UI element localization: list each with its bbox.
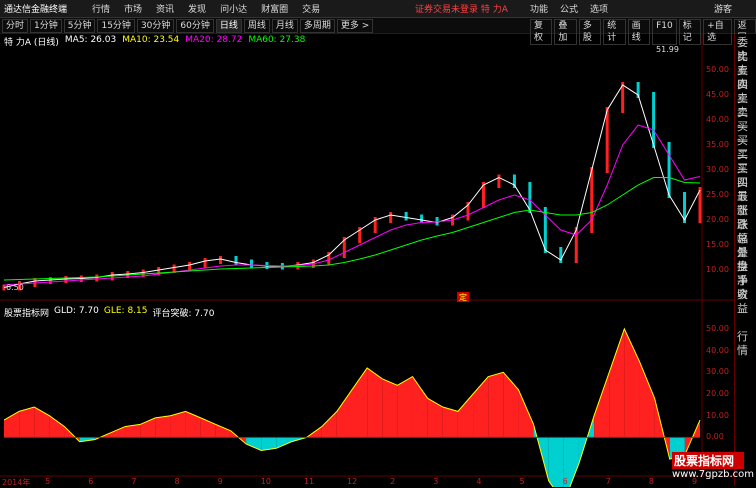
indicator-title: 股票指标网 <box>4 309 50 319</box>
price-tick: 30.00 <box>706 165 729 174</box>
indicator-area <box>427 398 443 438</box>
indicator-area <box>412 376 428 438</box>
indicator-tick: 40.00 <box>706 345 729 355</box>
breakout-value: 评台突破: 7.70 <box>152 309 215 319</box>
indicator-legend: 股票指标网 GLD: 7.70 GLE: 8.15 评台突破: 7.70 <box>4 306 214 319</box>
indicator-area <box>246 437 262 451</box>
watermark-url: www.7gpzb.com <box>672 469 754 480</box>
date-tick: 5 <box>519 477 525 486</box>
indicator-area <box>488 372 504 438</box>
date-tick: 2 <box>390 477 396 486</box>
indicator-area <box>367 367 383 438</box>
indicator-area <box>382 378 398 438</box>
side-item-18[interactable]: 收益 <box>737 288 756 316</box>
indicator-area <box>609 328 625 438</box>
ma5-line <box>3 84 701 288</box>
indicator-area <box>215 424 231 438</box>
date-tick: 8 <box>174 477 180 486</box>
indicator-area <box>503 372 519 438</box>
high-price-label: 51.99 <box>656 45 679 54</box>
indicator-area <box>457 394 474 438</box>
indicator-area <box>548 437 564 487</box>
quote-side-panel: 委比 卖五 卖四 卖三 卖二 卖一 买一 买二 买三 买四 买五 最新 涨跌 涨幅 总量 外盘 换手 净资 收益 行情 <box>734 34 756 486</box>
date-tick: 11 <box>303 477 315 486</box>
price-tick: 15.00 <box>706 240 729 249</box>
gle-value: GLE: 8.15 <box>103 306 148 316</box>
indicator-area <box>518 389 534 438</box>
indicator-area <box>594 372 610 438</box>
date-tick: 6 <box>562 477 568 486</box>
indicator-area <box>185 411 201 438</box>
ma60-line <box>3 177 701 281</box>
date-tick: 5 <box>45 477 51 486</box>
watermark-title: 股票指标网 <box>672 452 744 469</box>
kline-chart[interactable]: 51.99 6.50 定 <box>0 0 734 487</box>
indicator-tick: 0.00 <box>706 432 724 442</box>
gld-value: GLD: 7.70 <box>54 306 99 316</box>
indicator-area <box>397 376 413 438</box>
date-tick: 3 <box>433 477 439 486</box>
price-tick: 35.00 <box>706 140 729 149</box>
date-tick: 4 <box>476 477 482 486</box>
date-tick: 7 <box>131 477 137 486</box>
price-tick: 50.00 <box>706 65 729 74</box>
indicator-area <box>19 407 35 438</box>
indicator-area <box>49 415 65 438</box>
indicator-tick: 30.00 <box>706 367 729 377</box>
date-tick: 9 <box>217 477 223 486</box>
watermark: 股票指标网 www.7gpzb.com <box>672 452 754 480</box>
price-tick: 25.00 <box>706 190 729 199</box>
indicator-tick: 10.00 <box>706 410 729 420</box>
price-tick: 10.00 <box>706 265 729 274</box>
date-tick: 12 <box>347 477 358 486</box>
indicator-area <box>155 415 171 438</box>
date-tick: 10 <box>260 477 271 486</box>
indicator-area <box>442 407 458 438</box>
marker-label: 定 <box>459 292 467 302</box>
indicator-tick: 50.00 <box>706 323 729 333</box>
date-tick: 2014年 <box>2 478 31 487</box>
indicator-tick: 20.00 <box>706 389 729 398</box>
low-price-label: 6.50 <box>6 283 24 292</box>
price-tick: 20.00 <box>706 215 729 224</box>
side-item-21[interactable]: 行情 <box>737 330 756 358</box>
price-tick: 40.00 <box>706 115 729 124</box>
indicator-area <box>336 389 352 438</box>
price-tick: 45.00 <box>706 90 729 99</box>
indicator-area <box>639 361 655 438</box>
date-tick: 6 <box>88 477 94 486</box>
date-tick: 7 <box>605 477 611 486</box>
date-tick: 8 <box>648 477 654 486</box>
